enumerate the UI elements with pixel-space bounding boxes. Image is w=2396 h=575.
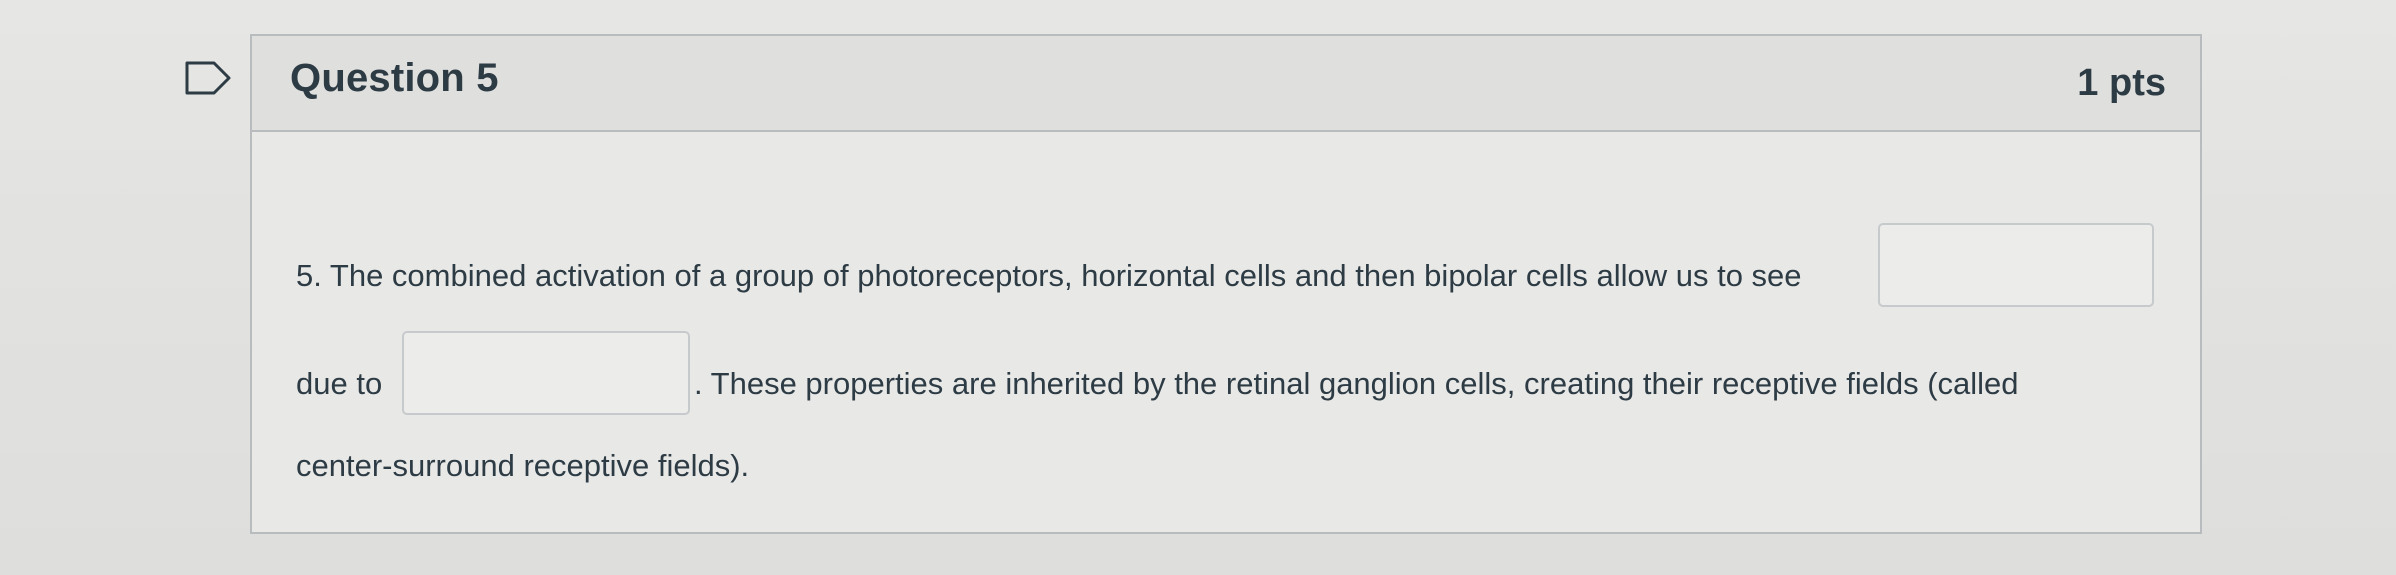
question-text-part2: due to: [296, 366, 383, 401]
question-text-part4: center-surround receptive ﬁelds).: [296, 448, 750, 483]
question-text-part3: . These properties are inherited by the …: [694, 366, 2019, 401]
answer-blank-2[interactable]: [402, 331, 690, 415]
question-card: Question 5 1 pts 5. The combined activat…: [250, 34, 2202, 534]
question-points: 1 pts: [2077, 62, 2166, 104]
question-body: 5. The combined activation of a group of…: [252, 132, 2200, 532]
flag-question-icon[interactable]: [184, 60, 232, 96]
question-header: Question 5 1 pts: [252, 36, 2200, 132]
answer-blank-1[interactable]: [1878, 223, 2154, 307]
question-text-part1: 5. The combined activation of a group of…: [296, 258, 1802, 293]
question-title: Question 5: [290, 56, 499, 100]
